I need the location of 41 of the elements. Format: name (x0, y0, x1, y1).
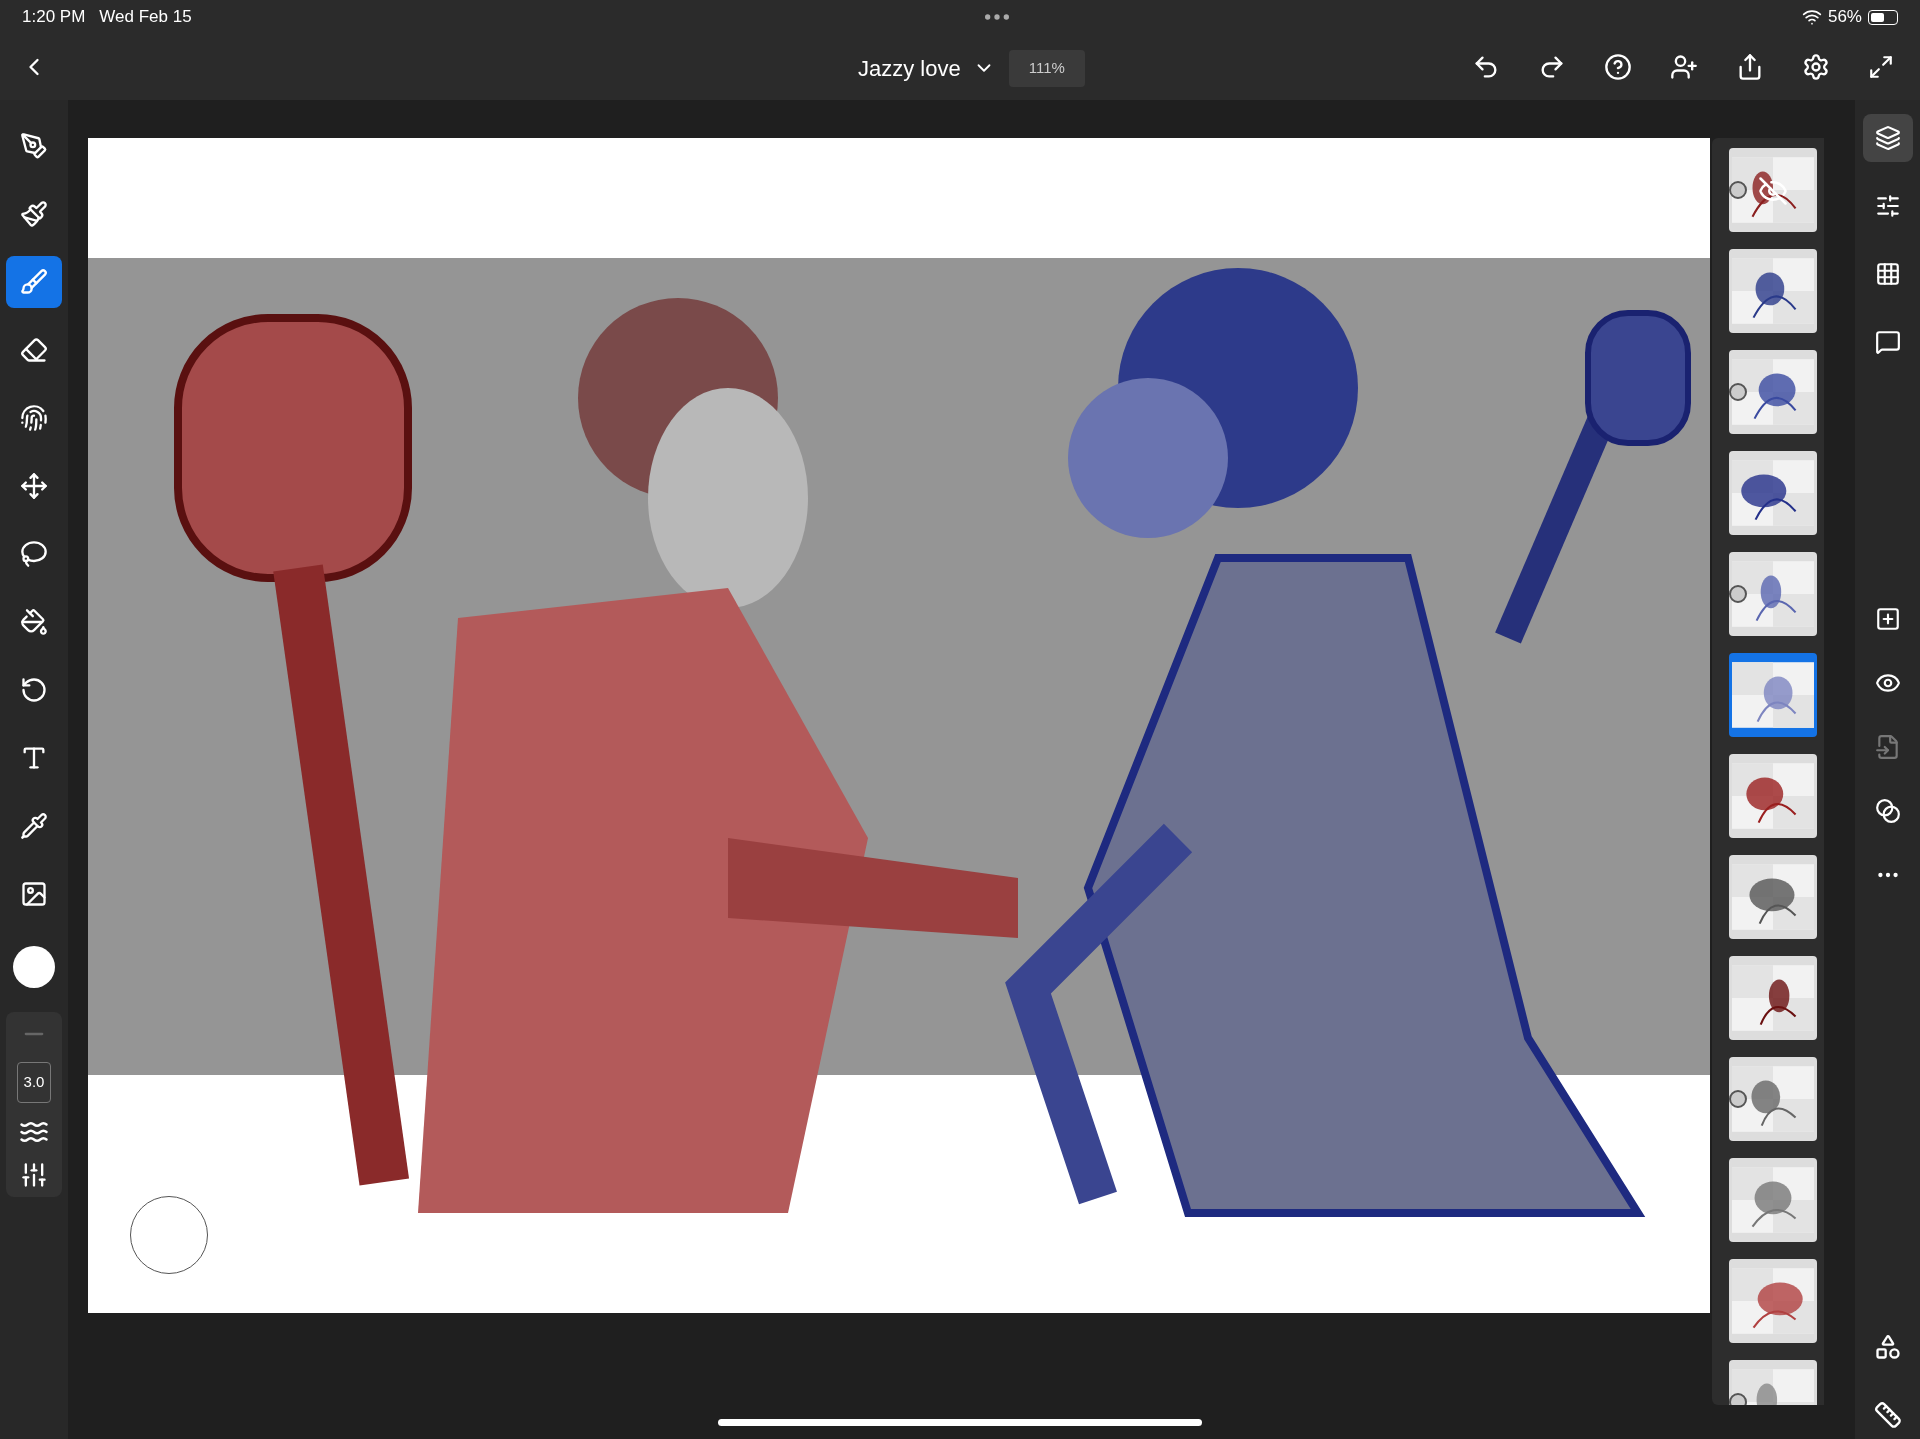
blend-mode-icon[interactable] (1874, 798, 1901, 824)
color-swatch[interactable] (13, 946, 55, 988)
paintbrush-icon (20, 200, 48, 228)
panel-button[interactable] (1862, 114, 1913, 162)
eyedropper-icon (20, 812, 48, 840)
smudge-icon (20, 404, 48, 432)
status-time: 1:20 PM (22, 6, 86, 29)
shapes-icon[interactable] (1873, 1333, 1902, 1361)
pen-icon (20, 132, 48, 160)
eraser-icon (20, 336, 48, 364)
grid-icon (1874, 261, 1901, 287)
image-icon (20, 880, 48, 908)
help-icon[interactable] (1604, 53, 1632, 81)
merge-down-icon[interactable] (1874, 734, 1901, 760)
zoom-level[interactable]: 111% (1008, 50, 1085, 87)
move-icon (20, 472, 48, 500)
clipping-marker-icon (1729, 181, 1747, 199)
brush-settings-icon[interactable] (20, 1160, 48, 1189)
document-title[interactable]: Jazzy love (858, 51, 995, 85)
clipping-marker-icon (1729, 383, 1747, 401)
wifi-icon (1801, 7, 1822, 27)
battery-icon (1868, 9, 1898, 25)
tool-button[interactable] (6, 256, 62, 308)
add-layer-icon[interactable] (1874, 606, 1901, 632)
comment-icon (1874, 329, 1901, 355)
clipping-marker-icon (1729, 585, 1747, 603)
lasso-icon (20, 540, 48, 568)
paint-bucket-icon (20, 608, 48, 636)
status-date: Wed Feb 15 (99, 6, 192, 29)
brush-icon (20, 268, 48, 296)
hidden-icon (1758, 176, 1788, 206)
transform-icon (20, 676, 48, 704)
invite-icon[interactable] (1670, 53, 1698, 81)
settings-icon[interactable] (1802, 53, 1830, 81)
clipping-marker-icon (1729, 1090, 1747, 1108)
brush-size-field[interactable]: 3.0 (16, 1062, 52, 1103)
settings-sliders-icon (1874, 193, 1901, 219)
ruler-icon[interactable] (1873, 1401, 1902, 1429)
layers-icon (1874, 125, 1901, 151)
fullscreen-icon[interactable] (1868, 54, 1894, 80)
battery-percentage: 56% (1827, 6, 1862, 29)
